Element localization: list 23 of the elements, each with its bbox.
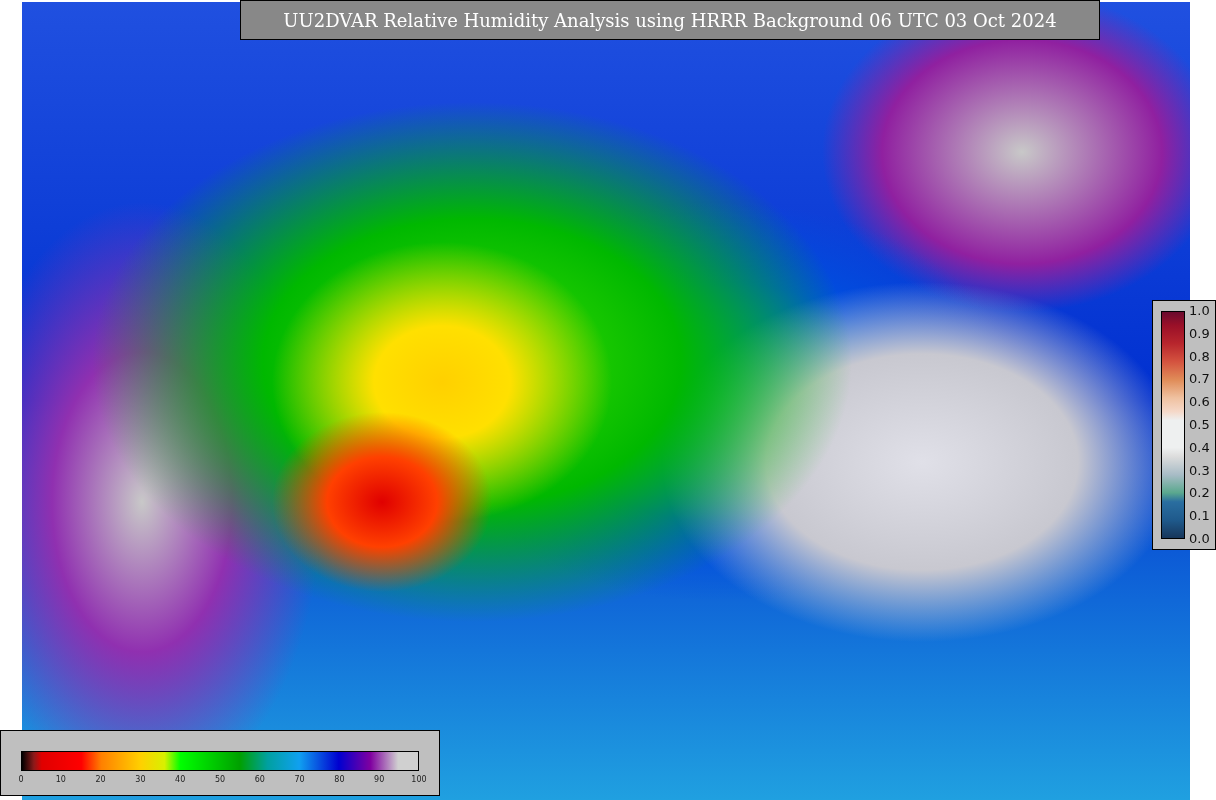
- colorbar-tick-label: 0.7: [1189, 371, 1210, 388]
- colorbar-tick-label: 50: [214, 775, 226, 784]
- colorbar-tick-label: 0.3: [1189, 462, 1210, 479]
- colorbar-tick-label: 0.2: [1189, 485, 1210, 502]
- colorbar-tick-label: 0.6: [1189, 394, 1210, 411]
- colorbar-tick-label: 0.1: [1189, 508, 1210, 525]
- colorbar-tick-label: 80: [334, 775, 345, 784]
- colorbar-tick-label: 100: [411, 775, 427, 784]
- colorbar-tick-label: 20: [95, 775, 106, 784]
- colorbar-tick-label: 0.8: [1189, 348, 1210, 365]
- colorbar-tick-label: 1.0: [1189, 303, 1210, 319]
- colorbar-tick-label: 0: [18, 775, 24, 784]
- colorbar-tick-label: 0.5: [1189, 417, 1210, 433]
- colorbar-tick-label: 10: [55, 775, 66, 784]
- colorbar-tick-label: 70: [294, 775, 305, 784]
- colorbar-tick-label: 30: [135, 775, 146, 784]
- colorbar-tick-label: 90: [374, 775, 385, 784]
- colorbar-tick-label: 0.4: [1189, 439, 1210, 456]
- colorbar-tick-label: 60: [254, 775, 265, 784]
- colorbar-tick-label: 0.9: [1189, 325, 1210, 342]
- map-title: UU2DVAR Relative Humidity Analysis using HRRR Background 06 UTC 03 Oct 2024: [240, 0, 1100, 40]
- colorbar-tick-label: 40: [175, 775, 186, 784]
- colorbar-tick-label: 0.0: [1189, 530, 1210, 547]
